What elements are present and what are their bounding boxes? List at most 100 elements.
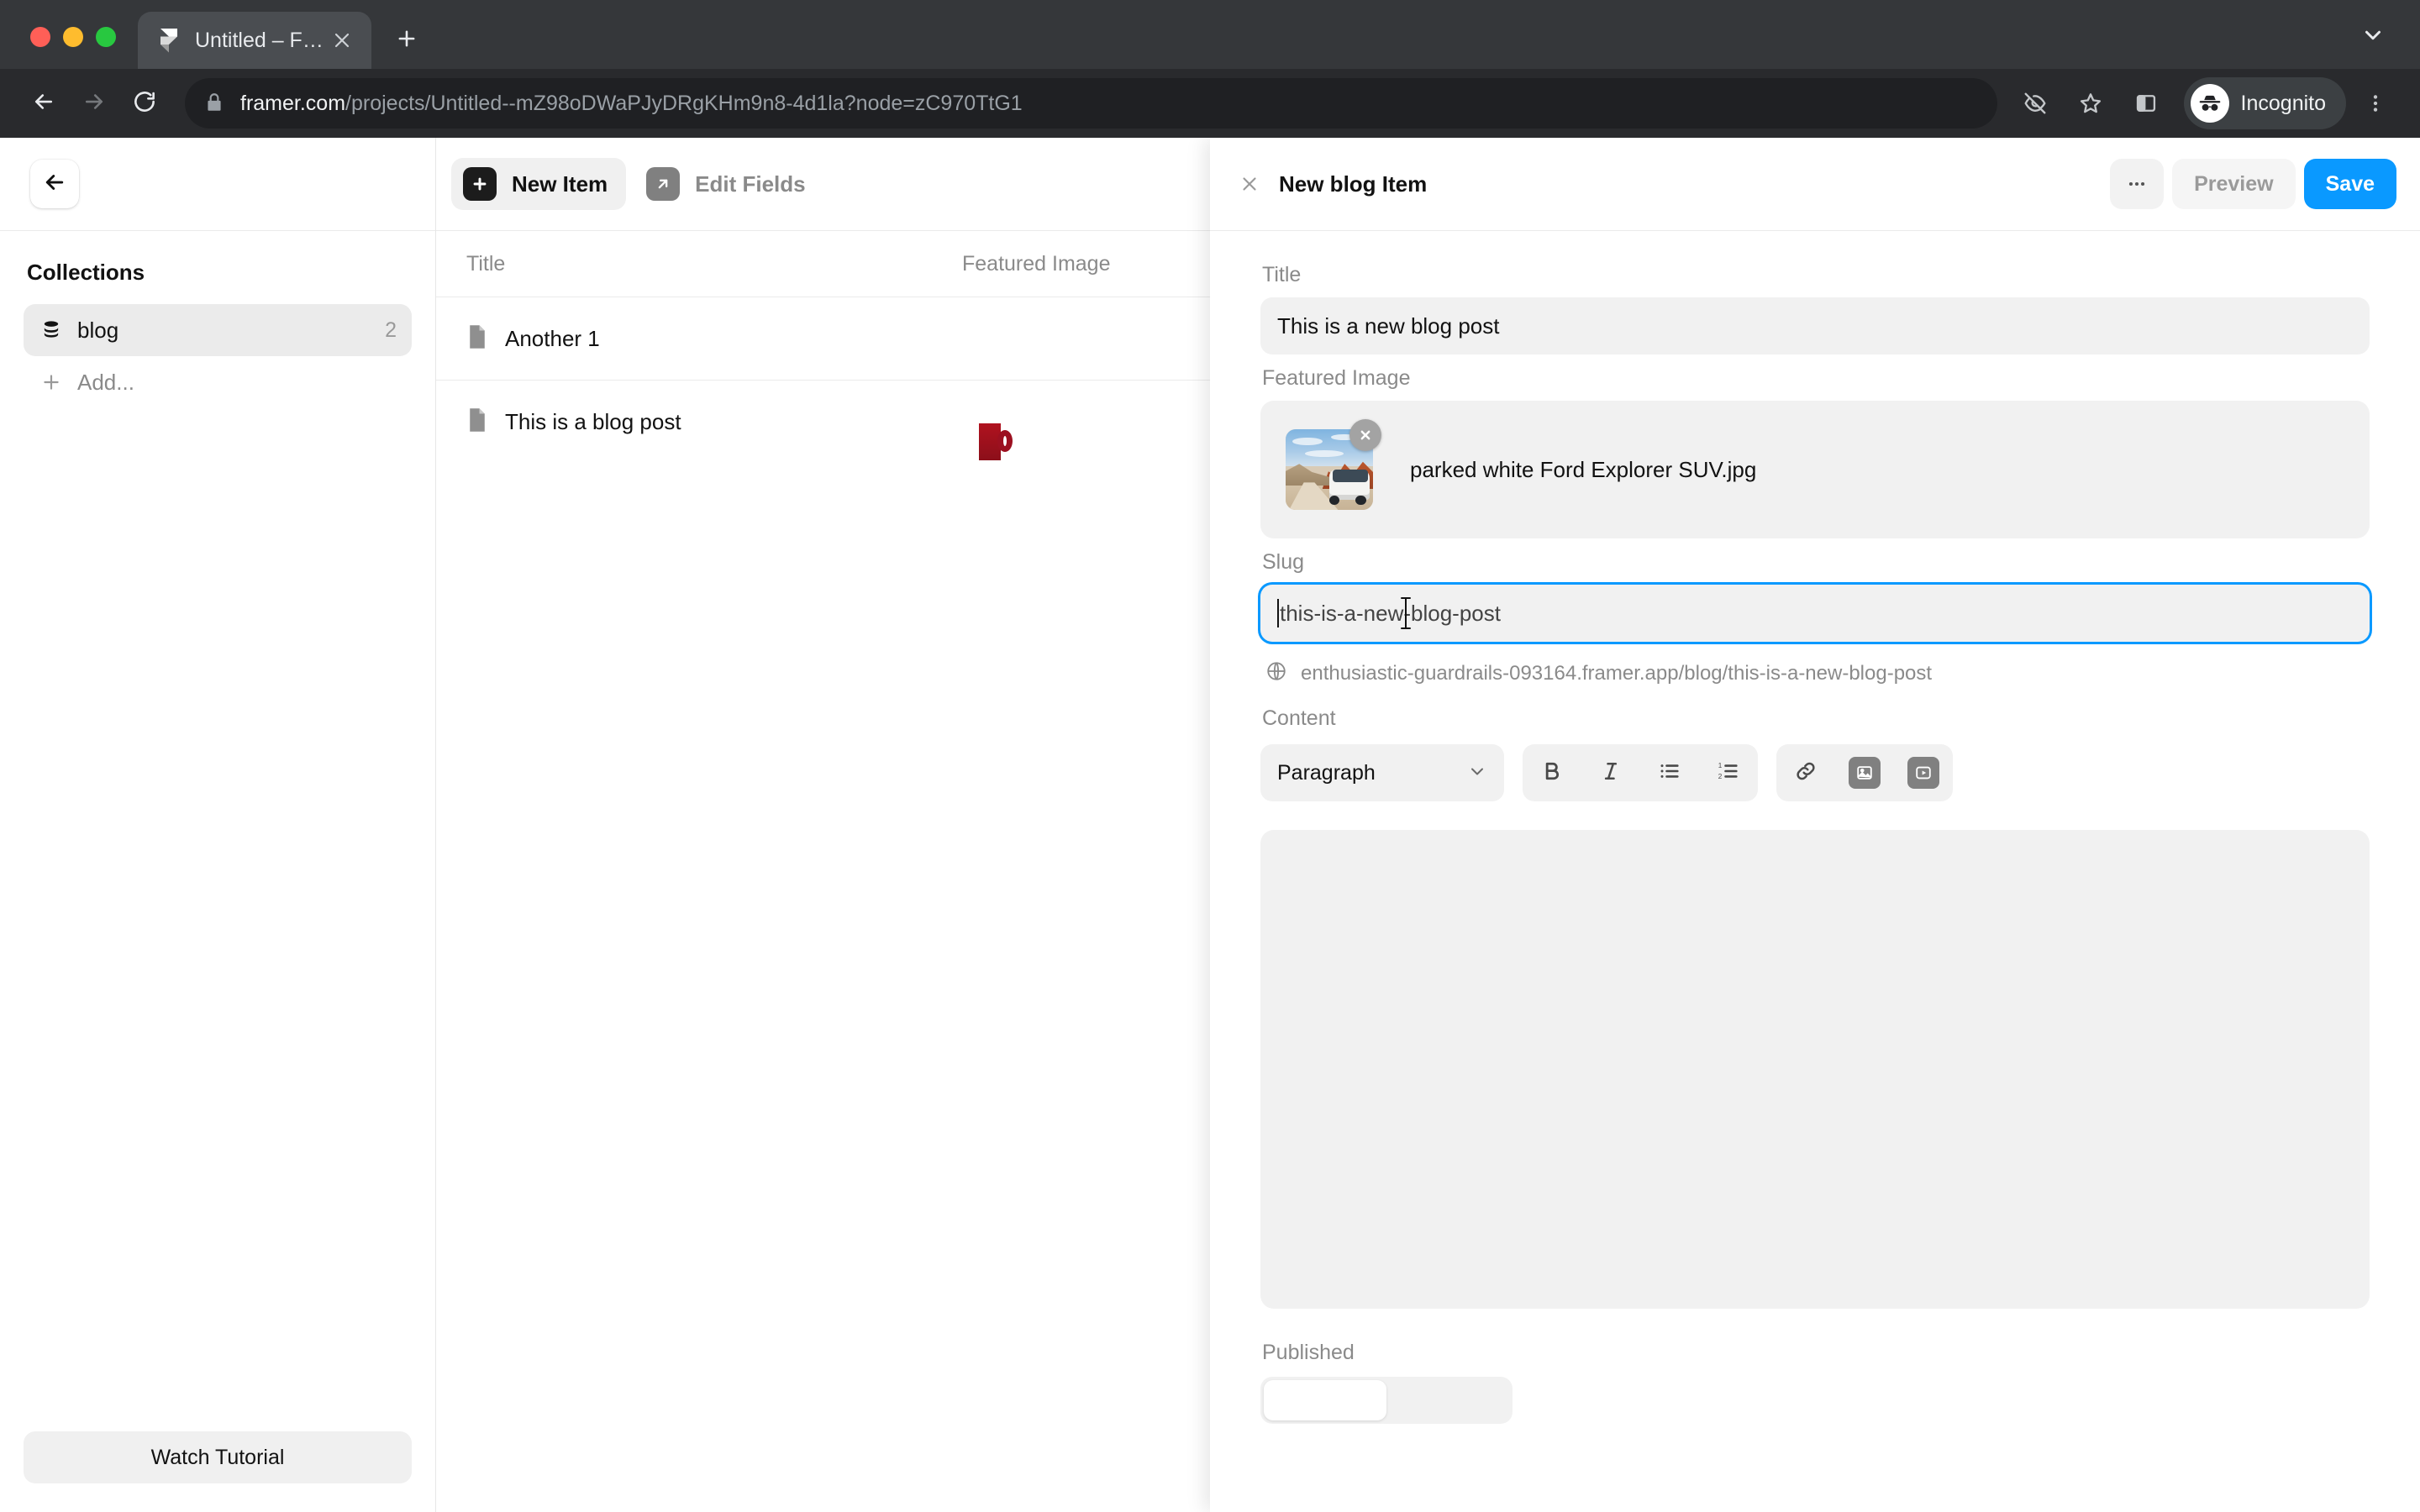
address-bar-url: framer.com/projects/Untitled--mZ98oDWaPJ… [240,92,1023,116]
star-icon[interactable] [2065,77,2117,129]
lock-icon [203,92,227,115]
sidebar-back-button[interactable] [30,160,79,208]
new-item-label: New Item [512,171,608,197]
close-icon[interactable] [326,24,358,56]
browser-tool-icons: Incognito [2009,77,2402,129]
mouse-text-cursor [1400,596,1412,630]
sidebar-add-label: Add... [77,369,134,395]
forward-button[interactable] [69,78,119,129]
link-button[interactable] [1776,744,1835,801]
row-title-cell: This is a blog post [466,407,962,437]
plus-icon [37,371,66,393]
back-button[interactable] [18,78,69,129]
edit-fields-button[interactable]: Edit Fields [634,158,823,210]
published-toggle[interactable] [1260,1377,1512,1424]
arrow-up-right-square-icon [646,167,681,201]
numbered-list-button[interactable]: 12 [1699,744,1758,801]
title-input[interactable]: This is a new blog post [1260,297,2370,354]
browser-tab-title: Untitled – Framer [195,28,326,52]
featured-image-field-label: Featured Image [1262,366,1411,390]
database-icon [37,319,66,341]
rich-text-toolbar: Paragraph 1 2 [1260,741,2370,801]
preview-button[interactable]: Preview [2172,159,2296,209]
chevron-down-icon [2360,23,2386,52]
video-icon [1907,757,1939,789]
reload-button[interactable] [119,78,170,129]
three-dots-vertical-icon[interactable] [2349,77,2402,129]
collections-heading: Collections [27,260,145,285]
new-item-button[interactable]: New Item [451,158,627,210]
new-tab-button[interactable] [383,17,430,64]
sidebar-header [0,138,435,230]
address-bar-domain: framer.com [240,91,346,115]
profile-chip[interactable]: Incognito [2183,77,2346,129]
row-title-text: This is a blog post [505,408,681,434]
published-toggle-option-left[interactable] [1264,1380,1386,1420]
sidebar-body: Collections blog 2 Add... [0,231,435,1431]
svg-text:2: 2 [1718,773,1723,780]
paragraph-style-value: Paragraph [1277,760,1376,785]
new-item-panel: New blog Item Preview Save Title This is… [1210,138,2420,1512]
slug-input[interactable]: this-is-a-new-blog-post [1260,585,2370,642]
thumb-suv-wheel [1355,495,1366,506]
thumb-cloud [1292,437,1323,446]
watch-tutorial-button[interactable]: Watch Tutorial [24,1431,412,1483]
profile-label: Incognito [2240,91,2326,115]
browser-toolbar: framer.com/projects/Untitled--mZ98oDWaPJ… [0,69,2420,138]
save-button[interactable]: Save [2303,159,2396,209]
close-icon[interactable] [1235,170,1264,198]
bulleted-list-button[interactable] [1640,744,1699,801]
incognito-icon [2190,84,2229,123]
sidebar-item-count: 2 [385,318,397,342]
maximize-window-button[interactable] [96,27,116,47]
published-toggle-option-right[interactable] [1386,1380,1509,1420]
close-window-button[interactable] [30,27,50,47]
address-bar-path: /projects/Untitled--mZ98oDWaPJyDRgKHm9n8… [345,91,1023,115]
image-icon [1849,757,1881,789]
sidebar-add-collection[interactable]: Add... [24,356,412,408]
featured-image-asset[interactable]: parked white Ford Explorer SUV.jpg [1260,401,2370,538]
side-panel-icon[interactable] [2120,77,2172,129]
close-circle-icon[interactable] [1349,419,1381,451]
content-editor[interactable] [1260,830,2370,1309]
address-bar[interactable]: framer.com/projects/Untitled--mZ98oDWaPJ… [185,78,1997,129]
panel-header: New blog Item Preview Save [1210,138,2420,230]
thumb-suv-window [1333,470,1368,483]
slug-field-label: Slug [1262,550,1305,574]
bulleted-list-icon [1658,759,1681,787]
image-button[interactable] [1835,744,1894,801]
paragraph-style-select[interactable]: Paragraph [1260,744,1504,801]
panel-title: New blog Item [1279,171,1428,197]
edit-fields-label: Edit Fields [695,171,806,197]
bold-button[interactable] [1523,744,1581,801]
framer-cms-app: Collections blog 2 Add... Watch Tutorial… [0,138,2420,1512]
text-format-button-group: 12 [1523,744,1758,801]
text-caret [1277,599,1279,627]
row-title-text: Another 1 [505,325,600,351]
plus-icon [395,27,418,55]
collections-sidebar: Collections blog 2 Add... Watch Tutorial [0,138,436,1512]
sidebar-item-label: blog [77,317,119,343]
browser-tab-strip: Untitled – Framer [0,0,2420,69]
italic-button[interactable] [1581,744,1640,801]
arrow-left-icon [42,170,67,199]
chevron-down-icon [1467,761,1487,785]
eye-off-icon[interactable] [2009,77,2061,129]
link-icon [1794,759,1818,787]
arrow-left-icon [31,89,56,118]
sidebar-item-blog[interactable]: blog 2 [24,304,412,356]
globe-icon [1265,660,1287,686]
video-button[interactable] [1894,744,1953,801]
more-options-button[interactable] [2110,159,2165,209]
browser-window: Untitled – Framer [0,0,2420,1512]
published-field-label: Published [1262,1341,1355,1364]
minimize-window-button[interactable] [63,27,83,47]
tab-search-button[interactable] [2348,12,2398,62]
title-field-label: Title [1262,263,1302,286]
slug-url-text: enthusiastic-guardrails-093164.framer.ap… [1301,661,1933,685]
slug-input-value: this-is-a-new-blog-post [1280,600,1501,626]
thumb-cloud [1304,449,1344,457]
browser-tab[interactable]: Untitled – Framer [138,12,371,69]
window-traffic-lights [0,27,116,69]
row-title-cell: Another 1 [466,324,962,354]
